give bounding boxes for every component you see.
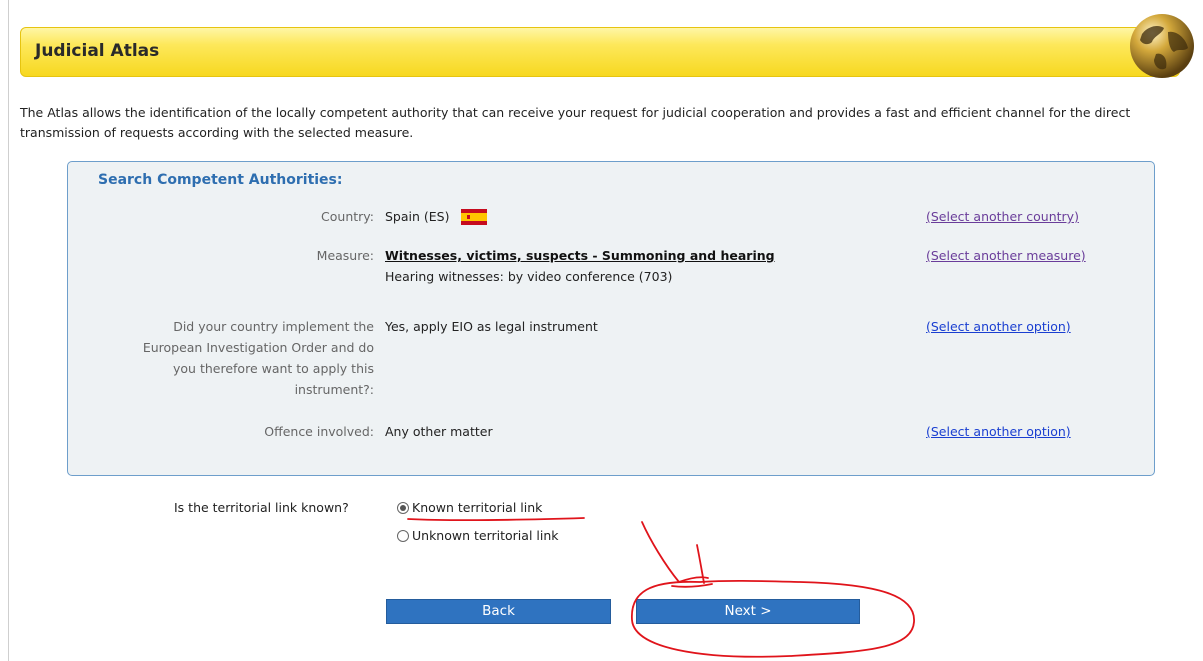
select-another-offence-option-link[interactable]: (Select another option) [926,421,1071,442]
known-territorial-link-radio[interactable] [397,501,409,514]
header-banner: Judicial Atlas [20,27,1180,77]
select-another-country-link[interactable]: (Select another country) [926,206,1079,227]
back-button[interactable]: Back [386,599,611,624]
arrow-stroke [641,521,713,588]
measure-value-link[interactable]: Witnesses, victims, suspects - Summoning… [385,248,775,263]
country-value-wrap: Spain (ES) [385,206,488,227]
select-another-eio-option-link[interactable]: (Select another option) [926,316,1071,337]
next-button[interactable]: Next > [636,599,860,624]
unknown-territorial-link-label: Unknown territorial link [412,528,559,543]
select-another-measure-link[interactable]: (Select another measure) [926,245,1086,266]
territorial-link-label: Is the territorial link known? [174,500,349,515]
known-territorial-link-option[interactable]: Known territorial link [397,500,542,515]
measure-label: Measure: [316,248,374,263]
page-title: Judicial Atlas [35,41,160,61]
page: Judicial Atlas The Atlas allows the iden… [0,0,1203,661]
eio-question-line-4: instrument?: [294,382,374,397]
search-panel-title: Search Competent Authorities: [98,172,343,188]
left-divider [8,0,9,661]
underline-stroke [407,517,585,521]
eio-question-line-1: Did your country implement the [173,319,374,334]
unknown-territorial-link-option[interactable]: Unknown territorial link [397,528,559,543]
country-value: Spain (ES) [385,209,450,224]
search-panel: Search Competent Authorities: Country: S… [67,161,1155,476]
offence-value: Any other matter [385,424,493,439]
measure-value-wrap: Witnesses, victims, suspects - Summoning… [385,245,775,266]
globe-icon [1130,14,1194,78]
eio-question-line-3: you therefore want to apply this [173,361,374,376]
spain-flag-icon [461,208,488,225]
known-territorial-link-label: Known territorial link [412,500,543,515]
intro-text: The Atlas allows the identification of t… [20,105,1131,140]
unknown-territorial-link-radio[interactable] [397,529,409,542]
country-label: Country: [321,209,374,224]
eio-value: Yes, apply EIO as legal instrument [385,319,598,334]
measure-detail: Hearing witnesses: by video conference (… [385,269,673,284]
eio-question-line-2: European Investigation Order and do [142,340,374,355]
offence-label: Offence involved: [264,424,374,439]
